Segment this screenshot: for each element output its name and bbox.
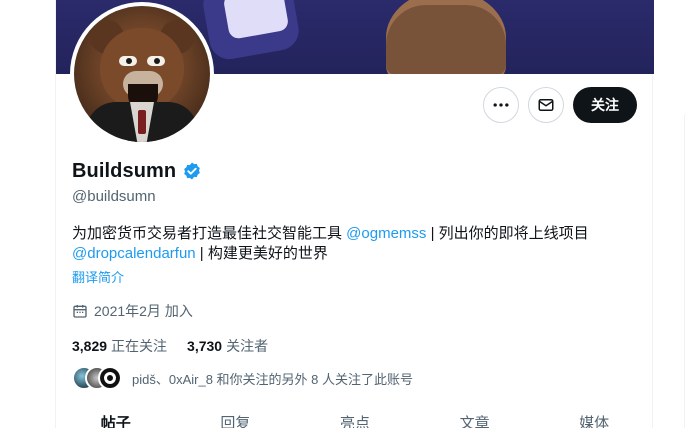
mutuals-text: pidš、0xAir_8 和你关注的另外 8 人关注了此账号 <box>132 371 413 387</box>
tab-highlights[interactable]: 亮点 <box>295 405 415 428</box>
profile-avatar[interactable] <box>70 2 214 146</box>
display-name: Buildsumn <box>72 159 177 182</box>
bio-text: | 构建更美好的世界 <box>195 245 328 262</box>
follow-stats: 3,829 正在关注 3,730 关注者 <box>72 336 632 356</box>
avatar-pupil <box>126 58 132 64</box>
bio-mention-link[interactable]: @ogmemss <box>346 225 426 242</box>
banner-shape <box>386 5 506 74</box>
bio-text: 为加密货币交易者打造最佳社交智能工具 <box>72 225 347 242</box>
joined-date: 2021年2月 加入 <box>72 301 632 321</box>
tab-articles[interactable]: 文章 <box>415 405 535 428</box>
avatar <box>98 366 122 390</box>
tab-posts[interactable]: 帖子 <box>56 405 176 428</box>
bio-text: | 列出你的即将上线项目 <box>426 225 589 242</box>
profile-column: 关注 Buildsumn @buildsumn 为加密货币交易者打造最佳社交智能… <box>55 0 654 428</box>
verified-badge-icon[interactable] <box>182 161 202 181</box>
message-button[interactable] <box>528 87 564 123</box>
follow-button[interactable]: 关注 <box>573 87 637 123</box>
joined-text: 2021年2月 加入 <box>94 303 193 319</box>
bio-mention-link[interactable]: @dropcalendarfun <box>72 245 196 262</box>
tab-replies[interactable]: 回复 <box>176 405 296 428</box>
tab-media[interactable]: 媒体 <box>534 405 654 428</box>
mutual-followers[interactable]: pidš、0xAir_8 和你关注的另外 8 人关注了此账号 <box>72 365 632 391</box>
more-horizontal-icon <box>493 103 509 107</box>
following-link[interactable]: 3,829 正在关注 <box>72 336 167 356</box>
calendar-icon <box>73 305 87 318</box>
profile-tabs: 帖子 回复 亮点 文章 媒体 <box>56 405 654 428</box>
profile-info: Buildsumn @buildsumn 为加密货币交易者打造最佳社交智能工具 … <box>72 157 632 391</box>
followers-link[interactable]: 3,730 关注者 <box>187 336 268 356</box>
avatar-pupil <box>154 58 160 64</box>
mutual-avatars <box>72 366 122 390</box>
following-count: 3,829 <box>72 338 108 354</box>
right-sidebar-edge <box>684 112 689 428</box>
avatar-image <box>74 6 210 142</box>
name-row: Buildsumn <box>72 157 632 185</box>
followers-label: 关注者 <box>226 338 269 354</box>
translate-bio-link[interactable]: 翻译简介 <box>72 267 124 286</box>
more-button[interactable] <box>483 87 519 123</box>
followers-count: 3,730 <box>187 338 223 354</box>
avatar-tie <box>138 110 146 134</box>
user-handle: @buildsumn <box>72 188 156 205</box>
profile-bio: 为加密货币交易者打造最佳社交智能工具 @ogmemss | 列出你的即将上线项目… <box>72 224 632 264</box>
envelope-icon <box>538 99 554 111</box>
profile-actions: 关注 <box>483 87 637 123</box>
following-label: 正在关注 <box>111 338 168 354</box>
